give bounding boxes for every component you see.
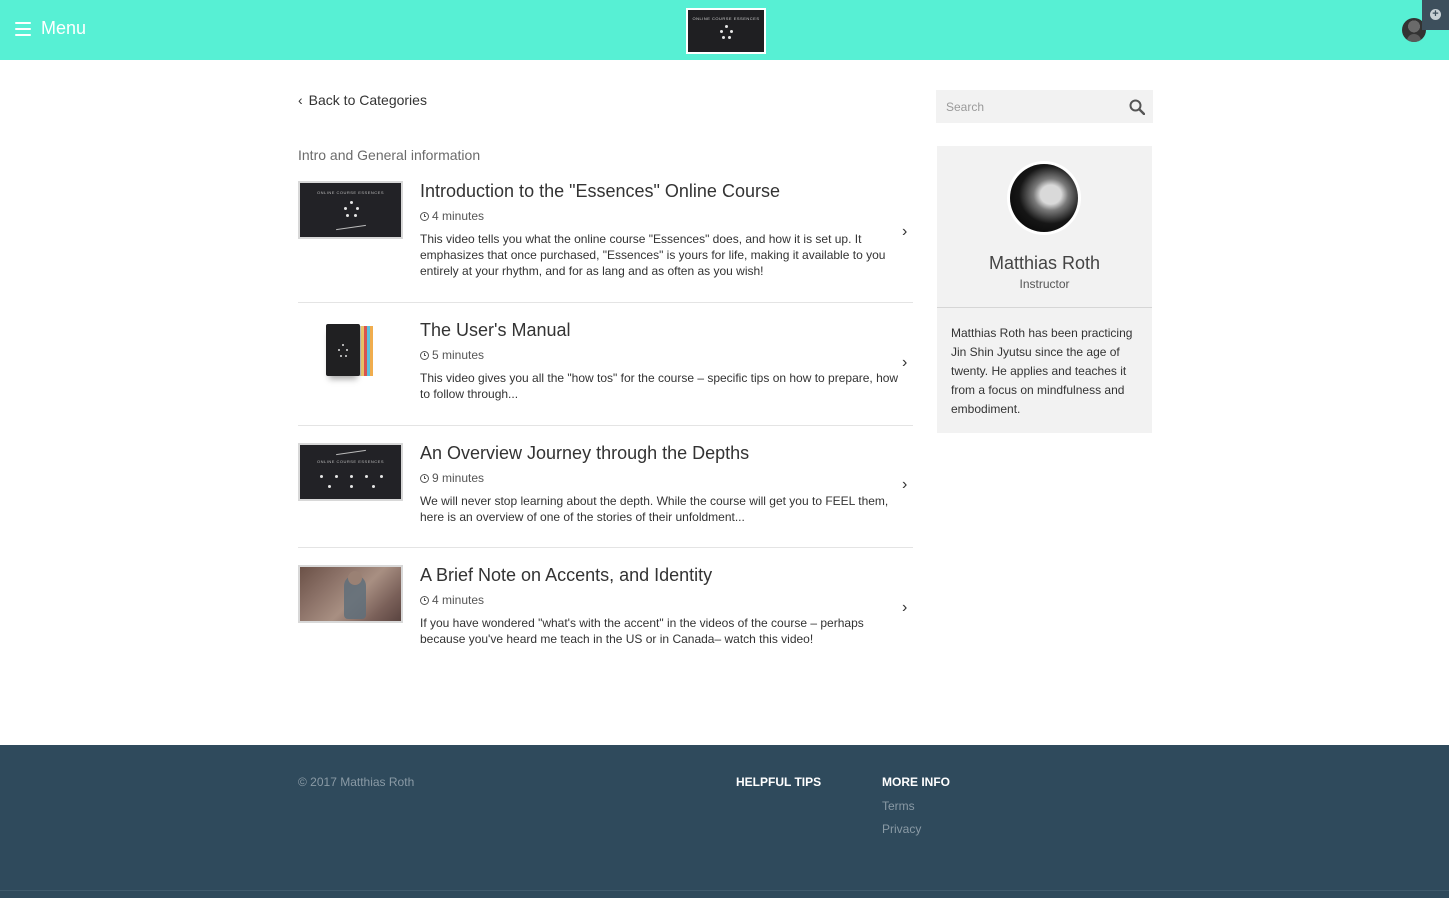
lesson-duration: 5 minutes: [420, 348, 484, 362]
search-icon[interactable]: [1129, 99, 1145, 115]
divider: [937, 307, 1152, 308]
lesson-duration: 9 minutes: [420, 471, 484, 485]
back-to-categories-link[interactable]: ‹ Back to Categories: [298, 92, 427, 108]
lesson-thumbnail: [298, 320, 403, 378]
divider: [298, 425, 913, 426]
lesson-duration-text: 4 minutes: [432, 593, 485, 607]
clock-icon: [420, 350, 429, 360]
lesson-description: If you have wondered "what's with the ac…: [420, 616, 864, 646]
lesson-duration: 4 minutes: [420, 209, 484, 223]
chevron-right-icon[interactable]: ›: [902, 599, 907, 617]
clock-icon: [420, 211, 429, 221]
search-box: [936, 90, 1153, 123]
logo-symbols-icon: [688, 10, 764, 52]
lesson-item[interactable]: A Brief Note on Accents, and Identity 4 …: [298, 565, 913, 655]
lesson-description: This video gives you all the "how tos" f…: [420, 371, 899, 401]
lesson-duration: 4 minutes: [420, 593, 484, 607]
lesson-title[interactable]: A Brief Note on Accents, and Identity: [420, 565, 712, 586]
essence-symbols-icon: [300, 183, 401, 237]
person-head: [348, 571, 362, 585]
chevron-right-icon[interactable]: ›: [902, 223, 907, 241]
lesson-title[interactable]: An Overview Journey through the Depths: [420, 443, 749, 464]
footer-bottom-line: [0, 890, 1449, 891]
lesson-title[interactable]: Introduction to the "Essences" Online Co…: [420, 181, 780, 202]
instructor-photo: [1007, 161, 1081, 235]
plus-icon: +: [1430, 9, 1441, 20]
lesson-thumbnail: ONLINE COURSE ESSENCES: [298, 443, 403, 501]
copyright: © 2017 Matthias Roth: [298, 775, 415, 789]
book-box-icon: [326, 324, 360, 376]
chevron-right-icon[interactable]: ›: [902, 354, 907, 372]
instructor-photo-image: [1010, 164, 1078, 232]
clock-icon: [420, 595, 429, 605]
footer-link-terms[interactable]: Terms: [882, 799, 915, 813]
back-link-label: Back to Categories: [308, 92, 427, 108]
menu-button[interactable]: Menu: [15, 18, 86, 39]
footer-heading-more-info: MORE INFO: [882, 775, 950, 789]
lesson-title[interactable]: The User's Manual: [420, 320, 571, 341]
instructor-bio: Matthias Roth has been practicing Jin Sh…: [951, 326, 1133, 416]
lesson-duration-text: 5 minutes: [432, 348, 485, 362]
plus-corner-button[interactable]: +: [1422, 0, 1449, 30]
footer-link-privacy[interactable]: Privacy: [882, 822, 921, 836]
footer-heading-helpful-tips: HELPFUL TIPS: [736, 775, 822, 789]
footer: [0, 745, 1449, 898]
lesson-item[interactable]: ONLINE COURSE ESSENCES Introduction to t…: [298, 181, 913, 291]
lesson-duration-text: 4 minutes: [432, 209, 485, 223]
lesson-description: We will never stop learning about the de…: [420, 494, 889, 524]
section-title: Intro and General information: [298, 147, 481, 163]
clock-icon: [420, 473, 429, 483]
essence-symbols-icon: [300, 445, 401, 499]
chevron-right-icon[interactable]: ›: [902, 476, 907, 494]
instructor-name: Matthias Roth: [988, 253, 1101, 273]
instructor-role: Instructor: [1019, 277, 1070, 291]
lesson-thumbnail: ONLINE COURSE ESSENCES: [298, 181, 403, 239]
lesson-item[interactable]: The User's Manual 5 minutes This video g…: [298, 320, 913, 410]
top-bar: Menu ONLINE COURSE ESSENCES: [0, 0, 1449, 60]
lesson-description: This video tells you what the online cou…: [420, 232, 886, 278]
lesson-item[interactable]: ONLINE COURSE ESSENCES An Overview Journ…: [298, 443, 913, 533]
lesson-thumbnail: [298, 565, 403, 623]
divider: [298, 302, 913, 303]
hamburger-icon: [15, 21, 31, 36]
divider: [298, 547, 913, 548]
search-input[interactable]: [936, 90, 1126, 123]
site-logo[interactable]: ONLINE COURSE ESSENCES: [686, 8, 766, 54]
book-stripe: [370, 326, 373, 376]
chevron-left-icon: ‹: [298, 92, 303, 108]
menu-label: Menu: [41, 18, 87, 38]
lesson-duration-text: 9 minutes: [432, 471, 485, 485]
